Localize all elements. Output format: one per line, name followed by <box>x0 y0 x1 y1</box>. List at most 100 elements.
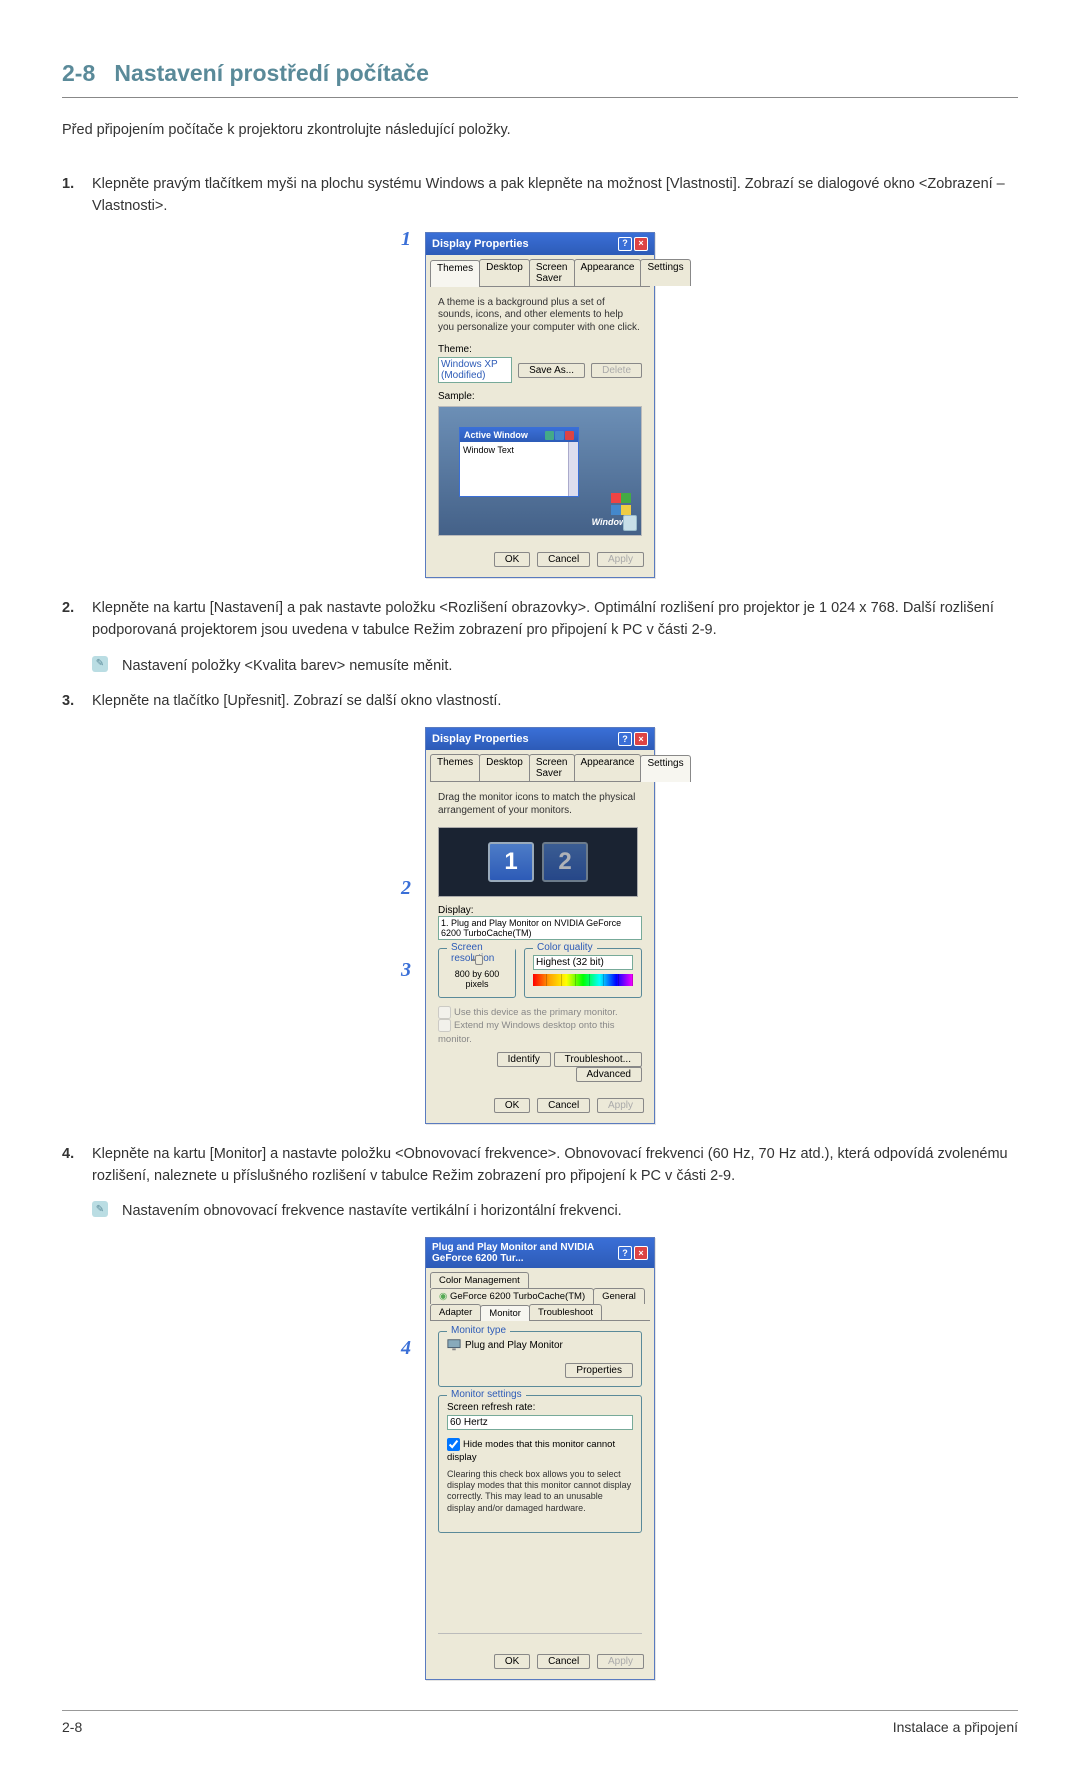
note-icon: ✎ <box>92 656 108 672</box>
tab-screensaver[interactable]: Screen Saver <box>529 754 575 781</box>
intro-text: Před připojením počítače k projektoru zk… <box>62 122 1018 138</box>
tab-settings[interactable]: Settings <box>640 755 690 782</box>
note-text: Nastavením obnovovací frekvence nastavít… <box>122 1201 622 1223</box>
cancel-button[interactable]: Cancel <box>537 1654 590 1669</box>
list-item: 3. Klepněte na tlačítko [Upřesnit]. Zobr… <box>62 691 1018 713</box>
group-title: Monitor type <box>447 1325 510 1336</box>
dialog-display-properties-themes: Display Properties ? × Themes Desktop Sc… <box>425 232 655 579</box>
divider <box>62 97 1018 98</box>
advanced-button[interactable]: Advanced <box>576 1067 642 1082</box>
note: ✎ Nastavení položky <Kvalita barev> nemu… <box>92 656 1018 678</box>
titlebar-icons: ? × <box>618 1246 648 1260</box>
note: ✎ Nastavením obnovovací frekvence nastav… <box>92 1201 1018 1223</box>
close-icon[interactable]: × <box>634 237 648 251</box>
sample-window-text: Window Text <box>463 445 514 455</box>
theme-select[interactable]: Windows XP (Modified) <box>438 357 512 383</box>
dialog-title: Display Properties <box>432 238 529 250</box>
screen-resolution-group: Screen resolution Less More 800 by 600 p… <box>438 948 516 998</box>
dialog-title: Plug and Play Monitor and NVIDIA GeForce… <box>432 1242 618 1264</box>
troubleshoot-button[interactable]: Troubleshoot... <box>554 1052 642 1067</box>
close-icon[interactable]: × <box>634 1246 648 1260</box>
ok-button[interactable]: OK <box>494 552 530 567</box>
cancel-button[interactable]: Cancel <box>537 552 590 567</box>
tab-appearance[interactable]: Appearance <box>574 754 642 781</box>
theme-label: Theme: <box>438 344 642 355</box>
monitor-arrangement[interactable]: 1 2 <box>438 827 638 897</box>
tab-desktop[interactable]: Desktop <box>479 754 530 781</box>
tab-monitor[interactable]: Monitor <box>480 1305 530 1321</box>
dialog-monitor-properties: Plug and Play Monitor and NVIDIA GeForce… <box>425 1237 655 1680</box>
list-text: Klepněte pravým tlačítkem myši na plochu… <box>92 174 1018 218</box>
titlebar: Plug and Play Monitor and NVIDIA GeForce… <box>426 1238 654 1268</box>
page-footer: 2-8 Instalace a připojení <box>62 1710 1018 1735</box>
list-number: 3. <box>62 691 92 713</box>
tab-geforce[interactable]: ◉ GeForce 6200 TurboCache(TM) <box>430 1288 594 1304</box>
refresh-rate-label: Screen refresh rate: <box>447 1402 633 1413</box>
dialog-display-properties-settings: Display Properties ? × Themes Desktop Sc… <box>425 727 655 1124</box>
dialog-footer: OK Cancel Apply <box>426 1092 654 1123</box>
monitor-type-group: Monitor type Plug and Play Monitor Prope… <box>438 1331 642 1387</box>
recycle-bin-icon <box>623 515 637 531</box>
ok-button[interactable]: OK <box>494 1654 530 1669</box>
hide-modes-checkbox[interactable]: Hide modes that this monitor cannot disp… <box>447 1438 633 1465</box>
apply-button[interactable]: Apply <box>597 1654 644 1669</box>
list-text: Klepněte na kartu [Monitor] a nastavte p… <box>92 1144 1018 1188</box>
tab-settings[interactable]: Settings <box>640 259 690 286</box>
drag-text: Drag the monitor icons to match the phys… <box>438 792 642 817</box>
sample-window-icons <box>545 431 574 440</box>
identify-button[interactable]: Identify <box>497 1052 551 1067</box>
monitor-1-icon[interactable]: 1 <box>488 842 534 882</box>
divider <box>438 1633 642 1634</box>
tab-themes[interactable]: Themes <box>430 260 480 287</box>
color-quality-select[interactable]: Highest (32 bit) <box>533 955 633 970</box>
document-page: 2-8 Nastavení prostředí počítače Před př… <box>0 0 1080 1765</box>
footer-left: 2-8 <box>62 1719 82 1735</box>
display-label: Display: <box>438 905 642 916</box>
tab-screensaver[interactable]: Screen Saver <box>529 259 575 286</box>
monitor-settings-group: Monitor settings Screen refresh rate: 60… <box>438 1395 642 1533</box>
help-icon[interactable]: ? <box>618 1246 632 1260</box>
close-icon[interactable]: × <box>634 732 648 746</box>
apply-button[interactable]: Apply <box>597 1098 644 1113</box>
titlebar-icons: ? × <box>618 237 648 251</box>
list-number: 1. <box>62 174 92 218</box>
tab-color-management[interactable]: Color Management <box>430 1272 529 1288</box>
callout-1: 1 <box>401 228 411 251</box>
list-text: Klepněte na kartu [Nastavení] a pak nast… <box>92 598 1018 642</box>
section-number: 2-8 <box>62 60 95 86</box>
save-as-button[interactable]: Save As... <box>518 363 585 378</box>
primary-monitor-checkbox: Use this device as the primary monitor. <box>438 1006 642 1019</box>
sample-label: Sample: <box>438 391 642 402</box>
help-icon[interactable]: ? <box>618 732 632 746</box>
list-item: 2. Klepněte na kartu [Nastavení] a pak n… <box>62 598 1018 642</box>
tab-themes[interactable]: Themes <box>430 754 480 781</box>
tab-adapter[interactable]: Adapter <box>430 1304 481 1320</box>
group-title: Monitor settings <box>447 1389 526 1400</box>
dialog-body: Drag the monitor icons to match the phys… <box>426 782 654 1092</box>
tab-appearance[interactable]: Appearance <box>574 259 642 286</box>
tabs: Themes Desktop Screen Saver Appearance S… <box>430 754 650 782</box>
scrollbar-icon <box>568 442 578 496</box>
group-title: Color quality <box>533 942 597 953</box>
refresh-rate-select[interactable]: 60 Hertz <box>447 1415 633 1430</box>
list-number: 4. <box>62 1144 92 1188</box>
cancel-button[interactable]: Cancel <box>537 1098 590 1113</box>
resolution-value: 800 by 600 pixels <box>447 969 507 989</box>
display-select[interactable]: 1. Plug and Play Monitor on NVIDIA GeFor… <box>438 916 642 940</box>
figure-1: 1 Display Properties ? × Themes Desktop … <box>62 232 1018 579</box>
tab-general[interactable]: General <box>593 1288 645 1304</box>
footer-right: Instalace a připojení <box>893 1719 1018 1735</box>
callout-2: 2 <box>401 877 411 900</box>
ok-button[interactable]: OK <box>494 1098 530 1113</box>
delete-button[interactable]: Delete <box>591 363 642 378</box>
figure-2: 2 3 Display Properties ? × Themes Deskto… <box>62 727 1018 1124</box>
tab-troubleshoot[interactable]: Troubleshoot <box>529 1304 602 1320</box>
help-icon[interactable]: ? <box>618 237 632 251</box>
ordered-list: 1. Klepněte pravým tlačítkem myši na plo… <box>62 174 1018 1680</box>
note-text: Nastavení položky <Kvalita barev> nemusí… <box>122 656 452 678</box>
list-item: 1. Klepněte pravým tlačítkem myši na plo… <box>62 174 1018 218</box>
properties-button[interactable]: Properties <box>565 1363 633 1378</box>
apply-button[interactable]: Apply <box>597 552 644 567</box>
monitor-2-icon[interactable]: 2 <box>542 842 588 882</box>
tab-desktop[interactable]: Desktop <box>479 259 530 286</box>
